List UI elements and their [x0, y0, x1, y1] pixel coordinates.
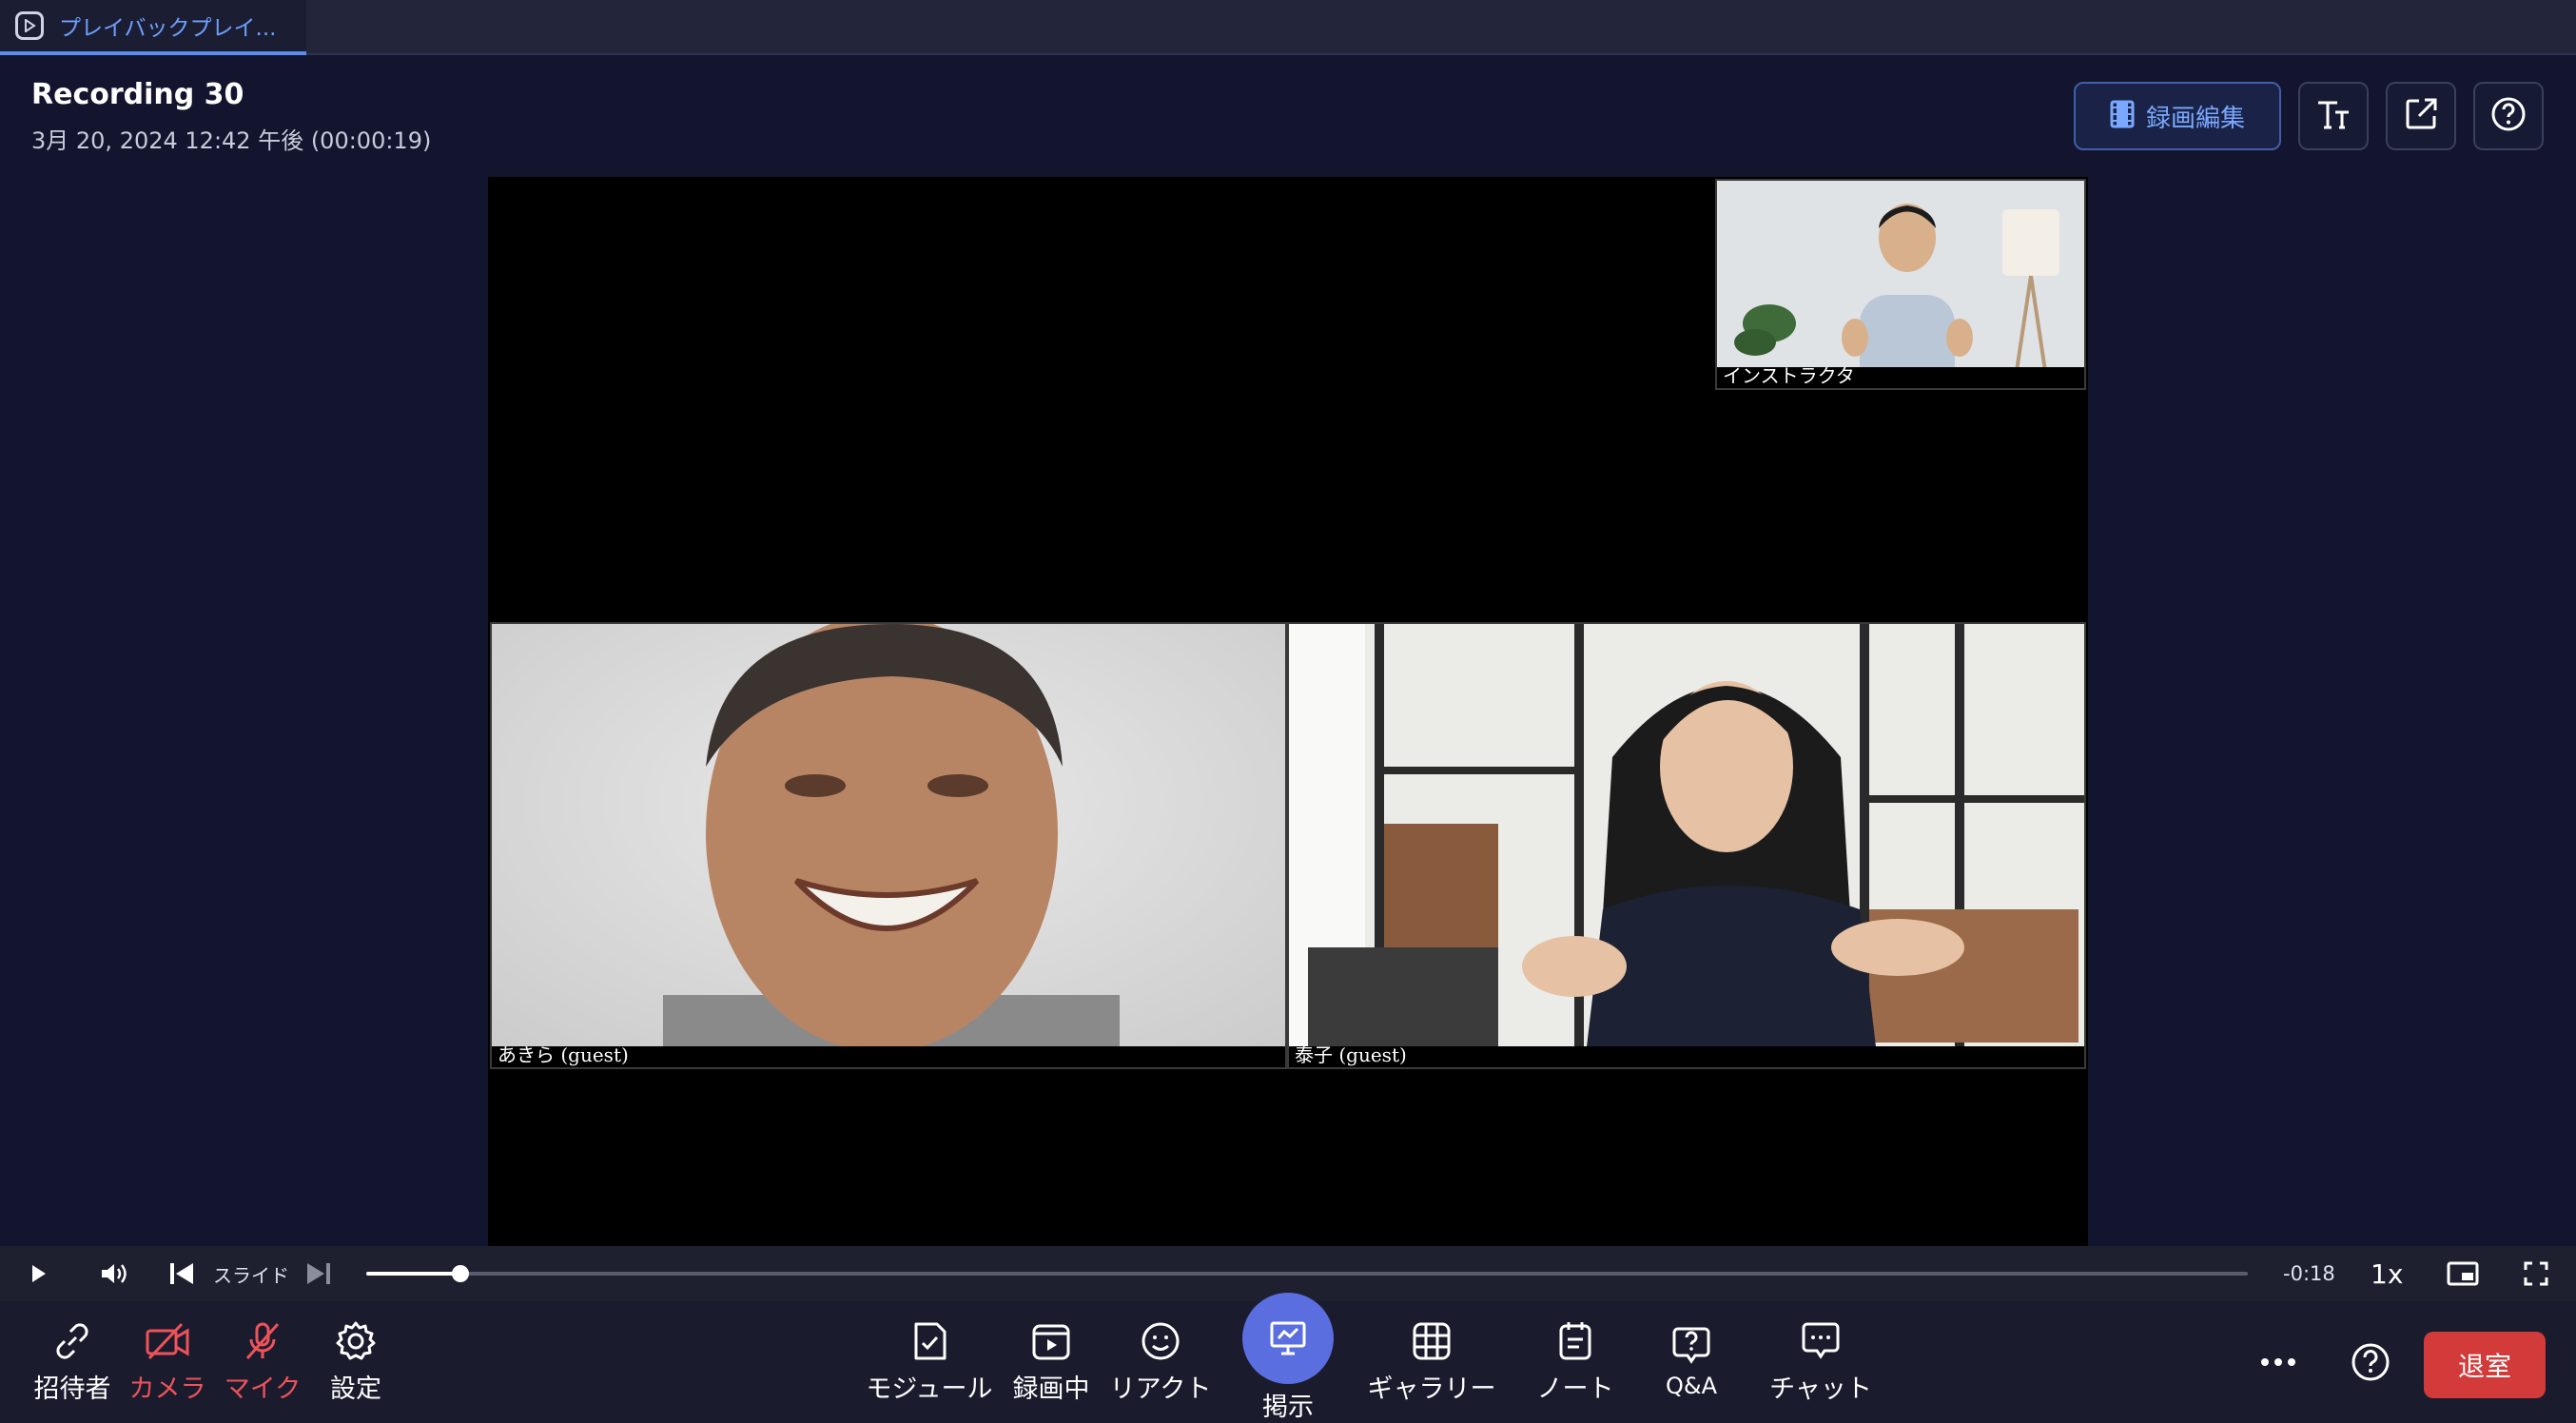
chat-label: チャット [1769, 1374, 1872, 1404]
present-button[interactable]: 掲示 [1240, 1292, 1336, 1423]
participant-name: あきら (guest) [498, 1043, 629, 1066]
present-label: 掲示 [1262, 1392, 1314, 1422]
text-size-button[interactable] [2298, 82, 2369, 150]
camera-off-icon [146, 1322, 189, 1359]
react-button[interactable]: リアクト [1103, 1301, 1218, 1423]
speaker-icon [102, 1264, 127, 1283]
yasuko-video-image [1289, 624, 2084, 1067]
text-format-icon [2314, 95, 2352, 137]
question-bubble-icon [1672, 1327, 1710, 1364]
fullscreen-button[interactable] [2523, 1246, 2549, 1301]
skip-forward-icon [307, 1263, 330, 1284]
recording-label: 録画中 [1012, 1374, 1090, 1404]
seek-thumb[interactable] [451, 1265, 469, 1282]
edit-recording-button[interactable]: 録画編集 [2074, 82, 2281, 150]
time-remaining: -0:18 [2283, 1262, 2335, 1285]
leave-button[interactable]: 退室 [2424, 1332, 2546, 1398]
gear-icon [336, 1321, 376, 1359]
recording-subtitle: 3月 20, 2024 12:42 午後 (00:00:19) [31, 127, 432, 154]
link-icon [56, 1322, 88, 1359]
invite-label: 招待者 [33, 1374, 111, 1404]
gallery-button[interactable]: ギャラリー [1360, 1301, 1503, 1423]
module-label: モジュール [866, 1374, 993, 1404]
play-button[interactable] [27, 1246, 49, 1301]
mic-off-icon [245, 1322, 280, 1359]
grid-icon [1413, 1322, 1451, 1359]
camera-label: カメラ [128, 1374, 206, 1404]
participant-name: インストラクタ [1723, 364, 1855, 387]
tab-playback-player[interactable]: プレイバックプレイ... [0, 0, 306, 55]
module-icon [914, 1322, 946, 1359]
notes-label: ノート [1536, 1374, 1614, 1404]
recording-button[interactable]: 録画中 [1005, 1301, 1098, 1423]
instructor-video-image [1717, 181, 2084, 388]
smile-icon [1142, 1322, 1180, 1359]
fullscreen-icon [2524, 1261, 2548, 1286]
participant-name: 泰子 (guest) [1295, 1043, 1407, 1066]
help-icon [2352, 1343, 2390, 1381]
volume-button[interactable] [99, 1246, 129, 1301]
toolbar-help-button[interactable] [2346, 1301, 2395, 1423]
pip-icon [2447, 1261, 2479, 1286]
help-icon [2489, 95, 2527, 137]
seek-progress [366, 1272, 460, 1276]
camera-button[interactable]: カメラ [124, 1301, 211, 1423]
more-options-button[interactable] [2254, 1301, 2302, 1423]
video-tile-akira[interactable]: あきら (guest) [490, 622, 1287, 1069]
presentation-icon [1270, 1321, 1306, 1355]
react-label: リアクト [1109, 1374, 1212, 1404]
invite-button[interactable]: 招待者 [29, 1301, 116, 1423]
chat-button[interactable]: チャット [1762, 1301, 1880, 1423]
meeting-toolbar: 招待者 カメラ マイク 設定 モジュール 録画中 リアクト 掲示 ギャラリー ノ… [0, 1292, 2576, 1423]
open-external-button[interactable] [2386, 82, 2456, 150]
picture-in-picture-button[interactable] [2447, 1246, 2479, 1301]
video-stage: インストラクタ あきら (guest) 泰子 (guest) [488, 177, 2088, 1246]
qa-button[interactable]: Q&A [1648, 1301, 1735, 1423]
more-icon [2261, 1358, 2295, 1366]
film-icon [2110, 100, 2135, 132]
gallery-label: ギャラリー [1367, 1374, 1496, 1404]
qa-label: Q&A [1665, 1373, 1718, 1399]
edit-recording-label: 録画編集 [2145, 104, 2245, 133]
tab-label: プレイバックプレイ... [59, 16, 277, 41]
play-icon [32, 1265, 46, 1282]
video-tile-yasuko[interactable]: 泰子 (guest) [1287, 622, 2086, 1069]
video-tile-instructor[interactable]: インストラクタ [1715, 179, 2086, 390]
slide-label: スライド [213, 1263, 289, 1287]
module-button[interactable]: モジュール [860, 1301, 999, 1423]
notes-button[interactable]: ノート [1522, 1301, 1629, 1423]
next-slide-button[interactable] [304, 1246, 333, 1301]
settings-button[interactable]: 設定 [314, 1301, 398, 1423]
seek-bar[interactable] [366, 1265, 2248, 1282]
notes-icon [1559, 1321, 1591, 1359]
settings-label: 設定 [330, 1374, 381, 1404]
recording-icon [1032, 1324, 1070, 1359]
previous-slide-button[interactable] [167, 1246, 196, 1301]
recording-title: Recording 30 [31, 78, 244, 111]
help-button[interactable] [2473, 82, 2544, 150]
skip-back-icon [170, 1263, 193, 1284]
akira-video-image [492, 624, 1285, 1067]
external-link-icon [2402, 95, 2440, 137]
app-window: プレイバックプレイ... Recording 30 3月 20, 2024 12… [0, 0, 2576, 1423]
chat-bubble-icon [1802, 1322, 1840, 1359]
playback-speed-button[interactable]: 1x [2371, 1246, 2403, 1301]
mic-label: マイク [224, 1374, 302, 1404]
tab-bar: プレイバックプレイ... [0, 0, 2576, 55]
present-circle [1242, 1292, 1334, 1384]
mic-button[interactable]: マイク [219, 1301, 306, 1423]
play-circle-icon [15, 11, 44, 40]
